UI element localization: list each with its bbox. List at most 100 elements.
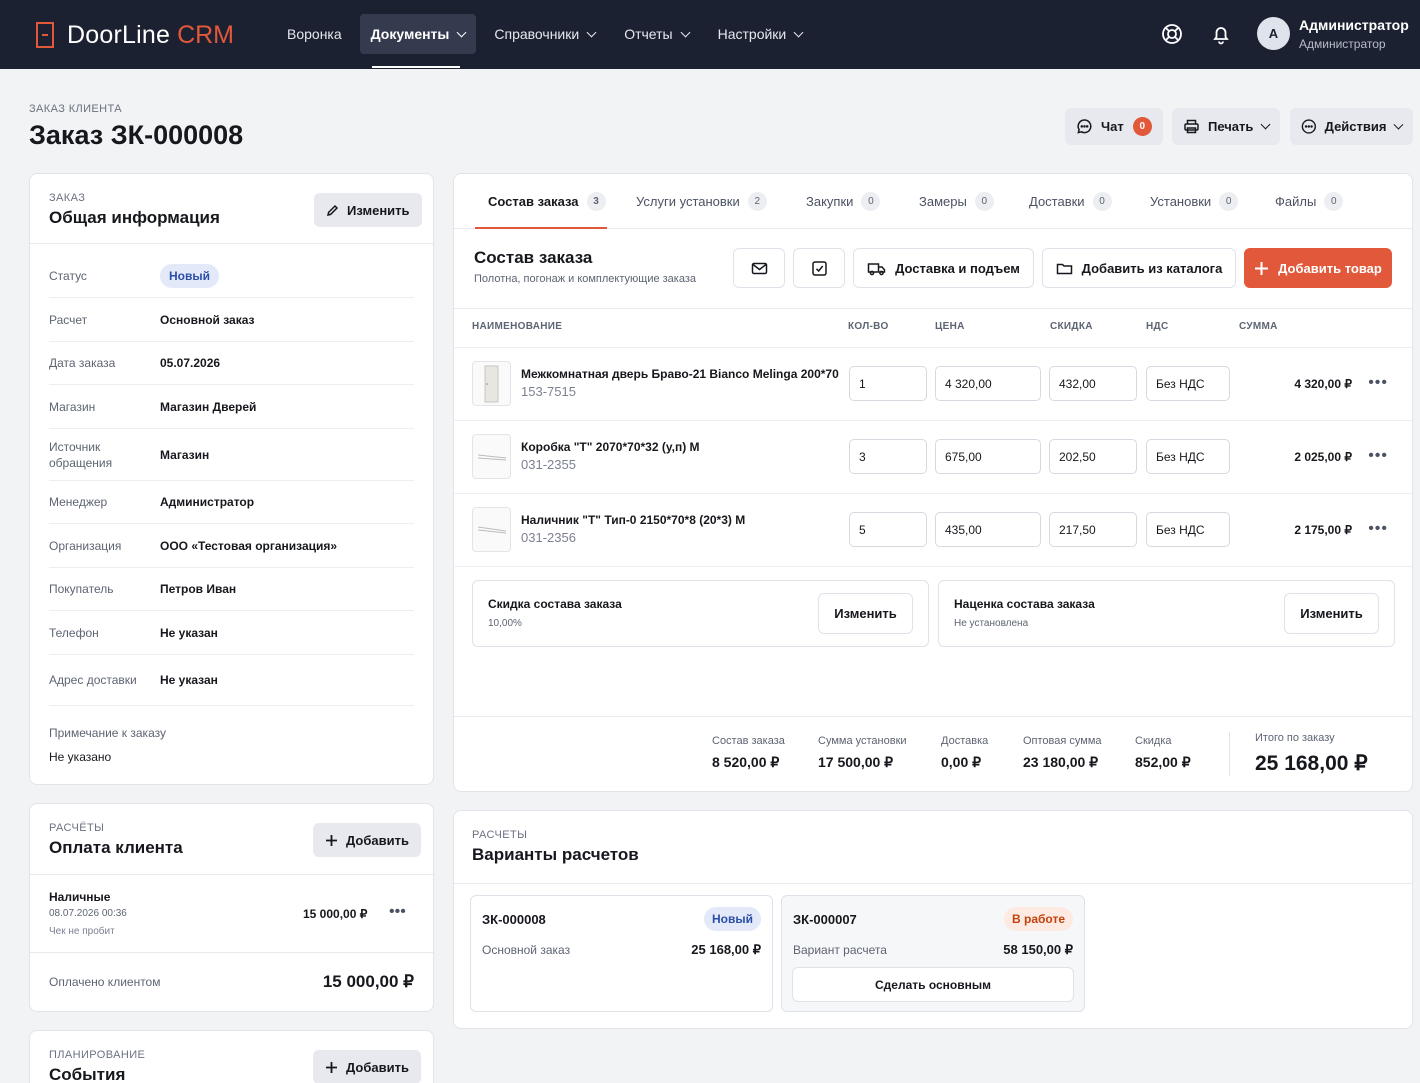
add-product-button[interactable]: Добавить товар <box>1244 248 1392 288</box>
price-input[interactable]: 675,00 <box>935 439 1041 474</box>
logo-accent: CRM <box>177 20 234 49</box>
qty-input[interactable]: 3 <box>849 439 927 474</box>
chat-button[interactable]: Чат 0 <box>1065 108 1163 145</box>
actions-label: Действия <box>1324 119 1387 134</box>
status-badge: Новый <box>160 263 219 288</box>
user-name[interactable]: Администратор <box>1299 17 1409 33</box>
col-vat: НДС <box>1146 321 1169 332</box>
vat-select[interactable]: Без НДС <box>1146 439 1230 474</box>
row-sum: 2 025,00 ₽ <box>1294 450 1352 464</box>
table-row[interactable]: Межкомнатная дверь Браво-21 Bianco Melin… <box>454 347 1412 420</box>
help-lifebuoy-icon[interactable] <box>1161 23 1183 45</box>
more-dots-icon[interactable]: ••• <box>1368 447 1388 465</box>
paid-label: Оплачено клиентом <box>49 975 161 989</box>
info-row-store: Магазин Магазин Дверей <box>49 385 414 429</box>
product-thumbnail <box>472 361 511 406</box>
order-composition-card: Состав заказа 3 Услуги установки 2 Закупки… <box>453 173 1413 792</box>
tab-measurements[interactable]: Замеры 0 <box>919 192 994 211</box>
avatar[interactable]: А <box>1257 17 1290 50</box>
mail-icon <box>751 262 767 274</box>
edit-markup-button[interactable]: Изменить <box>1284 593 1379 634</box>
col-sum: СУММА <box>1239 321 1278 332</box>
section-label: РАСЧЁТЫ <box>49 822 105 834</box>
more-dots-icon[interactable]: ••• <box>389 903 406 921</box>
chevron-down-icon <box>1260 119 1271 130</box>
product-name: Межкомнатная дверь Браво-21 Bianco Melin… <box>521 367 839 381</box>
chat-label: Чат <box>1101 119 1124 134</box>
variant-card-alt[interactable]: ЗК-000007 В работе Вариант расчета 58 15… <box>781 895 1085 1012</box>
email-button[interactable] <box>733 248 785 288</box>
more-dots-icon[interactable]: ••• <box>1368 520 1388 538</box>
bell-icon[interactable] <box>1210 23 1232 45</box>
qty-input[interactable]: 1 <box>849 366 927 401</box>
info-row-status: Статус Новый <box>49 254 414 298</box>
payments-card: РАСЧЁТЫ Оплата клиента Добавить Наличные… <box>29 803 434 1012</box>
logo[interactable]: DoorLine CRM <box>36 20 234 49</box>
logo-text: DoorLine <box>67 20 171 49</box>
vat-select[interactable]: Без НДС <box>1146 512 1230 547</box>
add-from-catalog-button[interactable]: Добавить из каталога <box>1042 248 1236 288</box>
payment-amount: 15 000,00 ₽ <box>303 907 368 921</box>
info-row-calc: Расчет Основной заказ <box>49 298 414 342</box>
section-title: Общая информация <box>49 208 220 227</box>
tab-composition[interactable]: Состав заказа 3 <box>488 192 606 211</box>
product-name: Коробка "Т" 2070*70*32 (у,п) М <box>521 440 700 454</box>
paid-total: 15 000,00 ₽ <box>322 972 414 991</box>
active-tab-indicator <box>475 227 607 229</box>
section-title: Оплата клиента <box>49 838 183 857</box>
pencil-icon <box>326 204 339 216</box>
qty-input[interactable]: 5 <box>849 512 927 547</box>
variants-card: РАСЧЕТЫ Варианты расчетов ЗК-000008 Новы… <box>453 810 1413 1029</box>
totals-bar: Состав заказа 8 520,00 ₽ Сумма установки 1… <box>454 716 1412 792</box>
product-thumbnail <box>472 507 511 552</box>
delivery-button[interactable]: Доставка и подъем <box>853 248 1034 288</box>
page-title: Заказ ЗК-000008 <box>29 120 244 150</box>
tabs: Состав заказа 3 Услуги установки 2 Закупки… <box>454 174 1412 229</box>
total-delivery: Доставка 0,00 ₽ <box>941 735 989 770</box>
nav-item-directories[interactable]: Справочники <box>483 14 606 54</box>
discount-input[interactable]: 432,00 <box>1049 366 1137 401</box>
chevron-down-icon <box>456 27 467 37</box>
discount-input[interactable]: 202,50 <box>1049 439 1137 474</box>
task-button[interactable] <box>793 248 845 288</box>
tab-install-services[interactable]: Услуги установки 2 <box>636 192 767 211</box>
nav-item-documents[interactable]: Документы <box>359 14 477 68</box>
edit-info-button[interactable]: Изменить <box>314 193 422 227</box>
order-discount-card: Скидка состава заказа 10,00% Изменить <box>472 580 929 647</box>
info-row-date: Дата заказа 05.07.2026 <box>49 342 414 385</box>
tab-deliveries[interactable]: Доставки 0 <box>1029 192 1112 211</box>
nav-item-reports[interactable]: Отчеты <box>613 14 699 54</box>
status-badge: Новый <box>704 907 761 931</box>
add-payment-button[interactable]: Добавить <box>313 823 421 857</box>
nav-item-settings[interactable]: Настройки <box>707 14 814 54</box>
edit-discount-button[interactable]: Изменить <box>818 593 913 634</box>
door-logo-icon <box>36 22 54 48</box>
vat-select[interactable]: Без НДС <box>1146 366 1230 401</box>
tab-files[interactable]: Файлы 0 <box>1275 192 1344 211</box>
tab-purchases[interactable]: Закупки 0 <box>806 192 881 211</box>
table-row[interactable]: Наличник "Т" Тип-0 2150*70*8 (20*3) М 03… <box>454 493 1412 566</box>
variant-card-main[interactable]: ЗК-000008 Новый Основной заказ 25 168,00… <box>470 895 773 1012</box>
section-label: РАСЧЕТЫ <box>472 829 528 841</box>
general-info-card: ЗАКАЗ Общая информация Изменить Статус Но… <box>29 173 434 785</box>
price-input[interactable]: 435,00 <box>935 512 1041 547</box>
info-row-manager: Менеджер Администратор <box>49 481 414 524</box>
chevron-down-icon <box>1393 119 1404 130</box>
chevron-down-icon <box>680 27 691 37</box>
more-dots-icon[interactable]: ••• <box>1368 374 1388 392</box>
col-price: ЦЕНА <box>935 321 965 332</box>
tab-installations[interactable]: Установки 0 <box>1150 192 1239 211</box>
actions-button[interactable]: Действия <box>1290 108 1413 145</box>
make-main-button[interactable]: Сделать основным <box>792 967 1074 1002</box>
print-button[interactable]: Печать <box>1172 108 1281 145</box>
section-label: ЗАКАЗ <box>49 192 86 204</box>
note-label: Примечание к заказу <box>49 726 166 740</box>
plus-icon <box>1255 261 1269 275</box>
nav-item-funnel[interactable]: Воронка <box>276 14 353 54</box>
discount-input[interactable]: 217,50 <box>1049 512 1137 547</box>
info-row-organization: Организация ООО «Тестовая организация» <box>49 524 414 568</box>
add-event-button[interactable]: Добавить <box>313 1050 421 1083</box>
price-input[interactable]: 4 320,00 <box>935 366 1041 401</box>
table-row[interactable]: Коробка "Т" 2070*70*32 (у,п) М 031-2355 … <box>454 420 1412 493</box>
grand-total-label: Итого по заказу <box>1255 732 1335 744</box>
